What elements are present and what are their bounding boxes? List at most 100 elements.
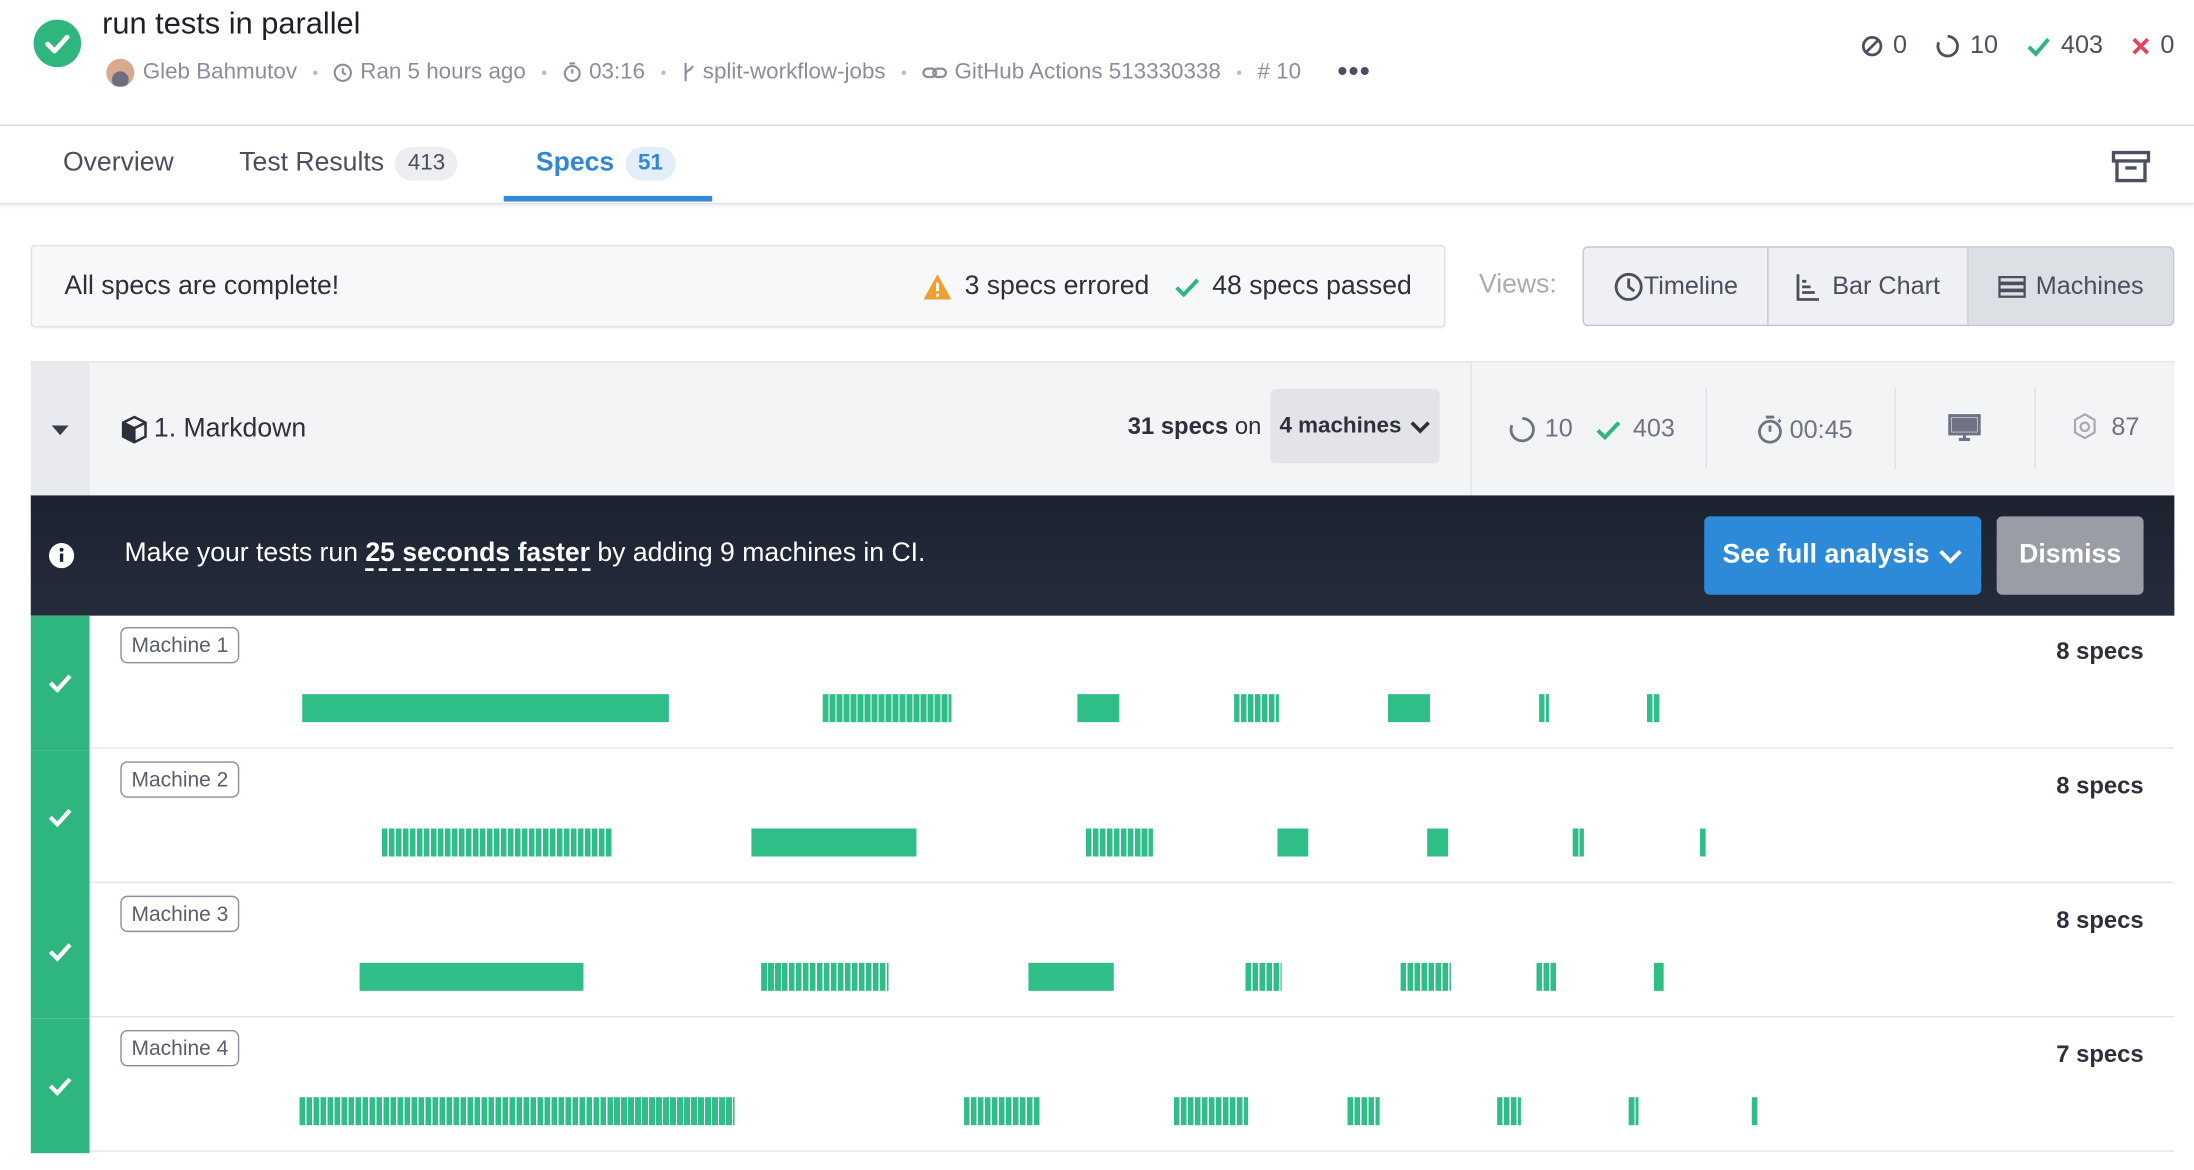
info-icon bbox=[48, 543, 75, 569]
banner-highlight[interactable]: 25 seconds faster bbox=[365, 538, 590, 571]
branch-name[interactable]: split-workflow-jobs bbox=[703, 59, 886, 84]
skipped-count: 0 bbox=[1892, 30, 1907, 59]
optimization-banner: Make your tests run 25 seconds faster by… bbox=[30, 495, 2175, 616]
see-full-analysis-button[interactable]: See full analysis bbox=[1704, 516, 1982, 595]
skipped-icon bbox=[1861, 35, 1883, 56]
monitor-icon[interactable] bbox=[1948, 413, 1982, 444]
stopwatch-icon bbox=[563, 62, 581, 82]
passed-count: 403 bbox=[2060, 30, 2103, 59]
run-meta: Gleb Bahmutov • Ran 5 hours ago • 03:16 … bbox=[106, 56, 1371, 88]
banner-prefix: Make your tests run bbox=[124, 538, 358, 569]
group-name: 1. Markdown bbox=[153, 414, 307, 444]
spec-duration-bar[interactable] bbox=[1085, 828, 1153, 857]
spec-duration-bar[interactable] bbox=[1646, 694, 1660, 723]
spec-duration-bar[interactable] bbox=[751, 828, 917, 857]
spec-duration-bar[interactable] bbox=[1077, 694, 1120, 723]
spec-duration-bar[interactable] bbox=[964, 1097, 1040, 1126]
spec-duration-bar[interactable] bbox=[1277, 828, 1309, 857]
machine-timeline bbox=[31, 884, 2175, 1017]
spec-duration-bar[interactable] bbox=[1497, 1097, 1521, 1126]
run-tabs: Overview Test Results 413 Specs 51 bbox=[0, 126, 2194, 205]
check-icon bbox=[1596, 420, 1621, 440]
chevron-down-icon bbox=[1939, 550, 1962, 564]
machine-row: Machine 4 7 specs bbox=[30, 1018, 2175, 1154]
author-name[interactable]: Gleb Bahmutov bbox=[143, 59, 297, 84]
group-passed-count: 403 bbox=[1632, 414, 1675, 443]
warning-icon bbox=[924, 274, 953, 300]
ci-build[interactable]: GitHub Actions 513330338 bbox=[954, 59, 1220, 84]
bar-chart-icon bbox=[1797, 273, 1820, 301]
machine-timeline bbox=[31, 750, 2175, 883]
clock-icon bbox=[334, 62, 353, 82]
chevron-down-icon bbox=[1409, 420, 1430, 433]
check-icon bbox=[1175, 278, 1200, 298]
failed-icon bbox=[2132, 37, 2150, 54]
spec-duration-bar[interactable] bbox=[1700, 828, 1706, 857]
more-options-icon[interactable]: ••• bbox=[1337, 56, 1371, 88]
spec-duration-bar[interactable] bbox=[1400, 962, 1451, 991]
spec-duration-bar[interactable] bbox=[822, 694, 952, 723]
link-icon bbox=[922, 66, 948, 78]
spec-duration-bar[interactable] bbox=[1572, 828, 1584, 857]
pending-count: 10 bbox=[1969, 30, 1998, 59]
tab-test-results[interactable]: Test Results 413 bbox=[239, 126, 458, 202]
view-machines-button[interactable]: Machines bbox=[1968, 247, 2173, 325]
spec-duration-bar[interactable] bbox=[1539, 694, 1549, 723]
banner-suffix: by adding 9 machines in CI. bbox=[597, 538, 926, 569]
failed-count: 0 bbox=[2160, 30, 2175, 59]
spec-duration-bar[interactable] bbox=[1536, 962, 1558, 991]
flake-icon bbox=[2073, 412, 2096, 440]
spec-duration-bar[interactable] bbox=[1245, 962, 1282, 991]
specs-count: 51 bbox=[625, 146, 676, 181]
branch-icon bbox=[684, 62, 695, 82]
avatar bbox=[106, 58, 135, 87]
spec-duration-bar[interactable] bbox=[299, 1097, 735, 1126]
view-bar-chart-button[interactable]: Bar Chart bbox=[1769, 247, 1969, 325]
machine-timeline bbox=[31, 616, 2175, 749]
active-tab-indicator bbox=[503, 195, 713, 202]
run-header: run tests in parallel Gleb Bahmutov • Ra… bbox=[0, 0, 2194, 126]
machine-row: Machine 1 8 specs bbox=[30, 615, 2175, 751]
machines-dropdown[interactable]: 4 machines bbox=[1270, 389, 1440, 464]
passed-specs-count: 48 specs passed bbox=[1212, 271, 1412, 301]
machine-row: Machine 3 8 specs bbox=[30, 884, 2175, 1019]
spec-duration-bar[interactable] bbox=[1173, 1097, 1249, 1126]
run-title: run tests in parallel bbox=[102, 5, 361, 41]
clock-icon bbox=[1614, 272, 1643, 301]
run-number: # 10 bbox=[1257, 59, 1302, 84]
check-icon bbox=[2027, 37, 2050, 57]
archive-icon[interactable] bbox=[2111, 150, 2151, 191]
collapse-toggle[interactable] bbox=[30, 362, 90, 496]
views-toggle: Timeline Bar Chart Machines bbox=[1582, 246, 2175, 327]
caret-down-icon bbox=[51, 425, 69, 436]
spec-duration-bar[interactable] bbox=[1234, 694, 1279, 723]
spec-duration-bar[interactable] bbox=[359, 962, 584, 991]
spec-duration-bar[interactable] bbox=[302, 694, 669, 723]
group-duration: 00:45 bbox=[1789, 414, 1853, 443]
tab-specs[interactable]: Specs 51 bbox=[536, 126, 676, 202]
spec-duration-bar[interactable] bbox=[1628, 1097, 1639, 1126]
spec-duration-bar[interactable] bbox=[1347, 1097, 1380, 1126]
stopwatch-icon bbox=[1758, 415, 1782, 444]
spec-duration-bar[interactable] bbox=[1751, 1097, 1758, 1126]
machine-timeline bbox=[31, 1019, 2175, 1152]
spec-duration-bar[interactable] bbox=[761, 962, 889, 991]
group-specs-on: on bbox=[1234, 412, 1262, 440]
specs-status-panel: All specs are complete! 3 specs errored … bbox=[30, 244, 1446, 328]
run-counts: 0 10 403 0 bbox=[1861, 30, 2175, 60]
group-specs-count: 31 specs bbox=[1127, 412, 1229, 440]
spec-duration-bar[interactable] bbox=[1028, 962, 1114, 991]
spec-duration-bar[interactable] bbox=[1388, 694, 1430, 723]
cube-icon bbox=[121, 415, 147, 444]
spec-duration-bar[interactable] bbox=[381, 828, 613, 857]
tab-overview[interactable]: Overview bbox=[63, 126, 174, 202]
pending-icon bbox=[1509, 416, 1535, 442]
dismiss-button[interactable]: Dismiss bbox=[1996, 516, 2144, 595]
view-timeline-button[interactable]: Timeline bbox=[1584, 247, 1769, 325]
spec-duration-bar[interactable] bbox=[1427, 828, 1449, 857]
spec-duration-bar[interactable] bbox=[1653, 962, 1664, 991]
status-message: All specs are complete! bbox=[64, 271, 340, 301]
test-results-count: 413 bbox=[395, 146, 458, 181]
group-pending-count: 10 bbox=[1544, 414, 1573, 443]
ran-time: Ran 5 hours ago bbox=[360, 59, 526, 84]
